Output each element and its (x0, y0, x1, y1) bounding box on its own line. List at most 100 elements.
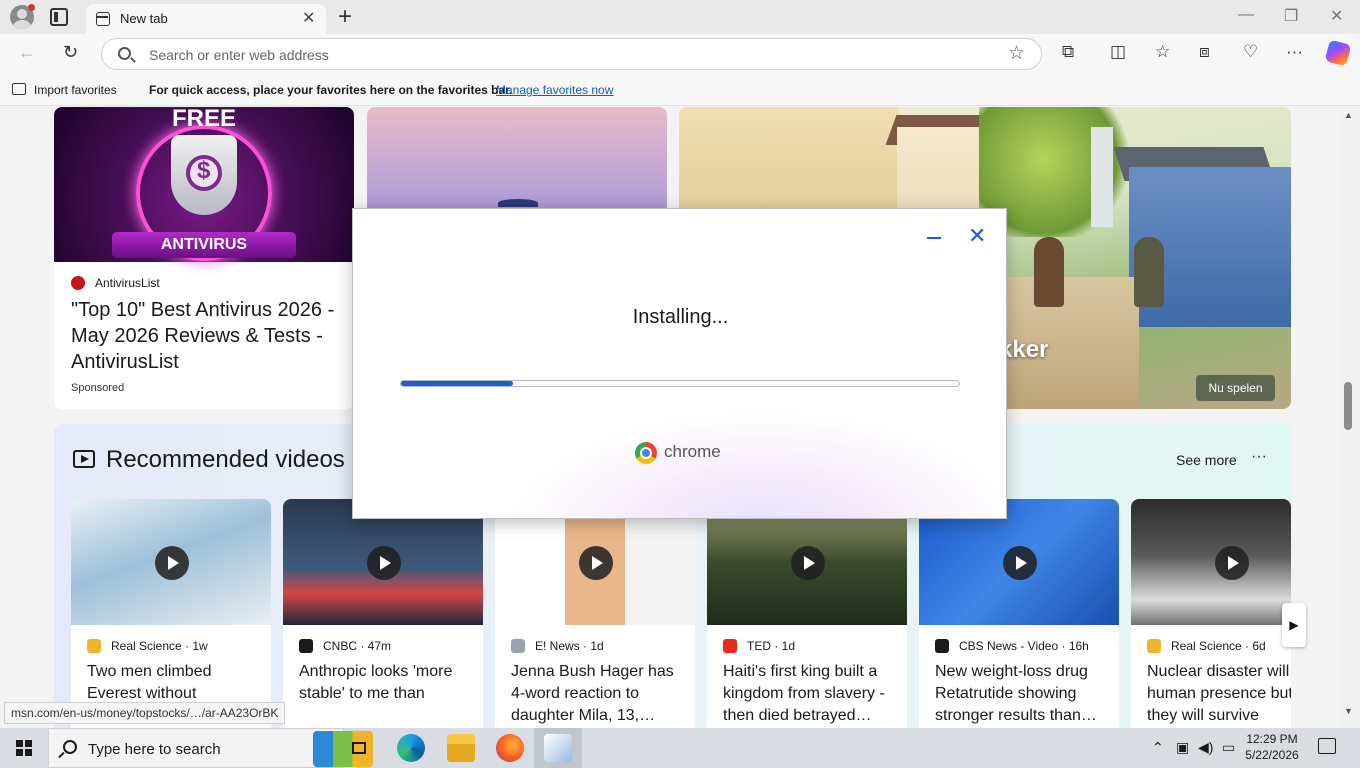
publisher-logo-icon (1147, 639, 1161, 653)
ad-free-text: FREE (171, 107, 236, 132)
video-title[interactable]: Jenna Bush Hager has 4-word reaction to … (511, 661, 691, 727)
video-source: Real Science · 1w (111, 639, 208, 653)
publisher-logo-icon (299, 639, 313, 653)
install-status-text: Installing... (632, 306, 729, 328)
copilot-icon[interactable] (1324, 39, 1352, 67)
taskbar-search-placeholder[interactable]: Type here to search (88, 741, 221, 758)
split-screen-icon[interactable]: ◫ (1110, 42, 1126, 62)
video-thumbnail[interactable] (71, 499, 271, 625)
video-source: E! News · 1d (535, 639, 604, 653)
add-favorite-star-icon[interactable]: ☆ (1008, 42, 1025, 65)
dialog-close-button[interactable]: ✕ (968, 225, 986, 247)
card-source: AntivirusList (95, 276, 160, 290)
clock-time: 12:29 PM (1246, 732, 1298, 746)
tray-chevron-icon[interactable]: ⌃ (1152, 739, 1164, 756)
collections-icon[interactable]: ⧈ (1199, 42, 1210, 62)
network-icon[interactable]: ▣ (1176, 739, 1189, 756)
favorites-bar-hint: For quick access, place your favorites h… (149, 83, 513, 97)
video-title[interactable]: Haiti's first king built a kingdom from … (723, 661, 903, 727)
favorites-icon[interactable]: ☆ (1155, 42, 1170, 62)
profile-notification-dot (28, 4, 35, 11)
video-card[interactable]: Real Science · 6d Nuclear disaster will e… (1131, 499, 1291, 739)
windows-start-icon[interactable] (16, 740, 32, 756)
extensions-icon[interactable]: ⧉ (1062, 42, 1074, 62)
address-toolbar: ← ↻ Search or enter web address ☆ ⧉ ◫ ☆ … (0, 34, 1360, 74)
install-progress-bar (400, 380, 960, 387)
video-card[interactable]: E! News · 1d Jenna Bush Hager has 4-word … (495, 499, 695, 739)
video-source: CNBC · 47m (323, 639, 392, 653)
firefox-icon[interactable] (496, 734, 524, 762)
sponsored-label: Sponsored (71, 382, 125, 394)
address-placeholder[interactable]: Search or enter web address (149, 47, 329, 63)
manage-favorites-link[interactable]: Manage favorites now (496, 83, 613, 97)
play-now-button[interactable]: Nu spelen (1196, 375, 1275, 401)
install-progress-fill (401, 381, 513, 386)
dialog-background-glow (503, 409, 1006, 518)
video-thumbnail[interactable] (1131, 499, 1291, 625)
window-restore-button[interactable]: ❐ (1284, 6, 1298, 26)
window-close-button[interactable]: ✕ (1330, 6, 1343, 26)
character-illustration (1134, 237, 1164, 307)
carousel-next-button[interactable]: ▶ (1282, 603, 1306, 647)
video-card[interactable]: CBS News - Video · 16h New weight-loss dr… (919, 499, 1119, 739)
edge-taskbar-icon[interactable] (397, 734, 425, 762)
play-icon[interactable] (1215, 546, 1249, 580)
link-status-url: msn.com/en-us/money/topstocks/…/ar-AA23O… (4, 702, 286, 724)
dollar-icon: $ (197, 157, 211, 184)
pagoda-silhouette (498, 199, 538, 207)
video-source: Real Science · 6d (1171, 639, 1266, 653)
taskbar-search-box[interactable]: Type here to search (48, 728, 373, 768)
chrome-logo-icon (635, 442, 657, 464)
close-tab-icon[interactable]: ✕ (302, 8, 315, 28)
church-tower-illustration (1091, 127, 1113, 227)
play-icon[interactable] (791, 546, 825, 580)
dialog-minimize-button[interactable] (927, 237, 941, 239)
play-icon[interactable] (579, 546, 613, 580)
video-card[interactable]: TED · 1d Haiti's first king built a kingd… (707, 499, 907, 739)
play-icon[interactable] (1003, 546, 1037, 580)
task-view-icon[interactable] (348, 734, 372, 762)
play-icon[interactable] (367, 546, 401, 580)
new-tab-button[interactable]: + (338, 3, 352, 31)
more-options-icon[interactable]: ··· (1251, 448, 1267, 466)
tab-new-tab[interactable]: New tab ✕ (86, 4, 326, 34)
windows-taskbar: Type here to search ⌃ ▣ ◀) ▭ 12:29 PM 5/… (0, 728, 1360, 768)
tab-title: New tab (120, 11, 168, 26)
video-title[interactable]: New weight-loss drug Retatrutide showing… (935, 661, 1115, 727)
file-explorer-icon[interactable] (447, 734, 475, 762)
publisher-logo-icon (87, 639, 101, 653)
back-button[interactable]: ← (18, 42, 36, 63)
chrome-brand-label: chrome (664, 442, 721, 461)
video-source: CBS News - Video · 16h (959, 639, 1089, 653)
video-title[interactable]: Nuclear disaster will end human presence… (1147, 661, 1291, 727)
taskbar-clock[interactable]: 12:29 PM 5/22/2026 (1240, 731, 1304, 763)
input-indicator-icon[interactable]: ▭ (1222, 739, 1235, 756)
video-title[interactable]: Two men climbed Everest without (87, 661, 267, 705)
new-tab-page-icon (96, 12, 110, 26)
scroll-down-arrow-icon[interactable]: ▼ (1344, 706, 1353, 716)
settings-menu-icon[interactable]: ··· (1286, 42, 1303, 62)
search-icon (63, 740, 77, 754)
notification-center-icon[interactable] (1318, 738, 1336, 754)
sponsored-card[interactable]: $ FREE ANTIVIRUS AntivirusList "Top 10" … (54, 107, 354, 409)
installer-taskbar-icon[interactable] (544, 734, 572, 762)
card-title[interactable]: "Top 10" Best Antivirus 2026 - May 2026 … (71, 297, 346, 375)
video-title[interactable]: Anthropic looks 'more stable' to me than (299, 661, 479, 705)
browser-essentials-icon[interactable]: ♡ (1243, 42, 1258, 62)
scroll-up-arrow-icon[interactable]: ▲ (1344, 110, 1353, 120)
import-favorites-icon[interactable] (12, 83, 26, 95)
window-minimize-button[interactable]: — (1238, 6, 1254, 24)
volume-icon[interactable]: ◀) (1198, 739, 1213, 756)
video-source: TED · 1d (747, 639, 796, 653)
see-more-link[interactable]: See more (1176, 452, 1237, 468)
tab-actions-icon[interactable] (50, 8, 68, 26)
reload-button[interactable]: ↻ (63, 42, 78, 63)
import-favorites-button[interactable]: Import favorites (34, 83, 117, 97)
play-icon[interactable] (155, 546, 189, 580)
video-card[interactable]: CNBC · 47m Anthropic looks 'more stable' … (283, 499, 483, 739)
section-title: Recommended videos (106, 446, 345, 473)
address-bar[interactable]: Search or enter web address ☆ (101, 38, 1042, 70)
scrollbar-thumb[interactable] (1344, 382, 1352, 430)
clock-date: 5/22/2026 (1245, 748, 1299, 762)
publisher-logo-icon (723, 639, 737, 653)
